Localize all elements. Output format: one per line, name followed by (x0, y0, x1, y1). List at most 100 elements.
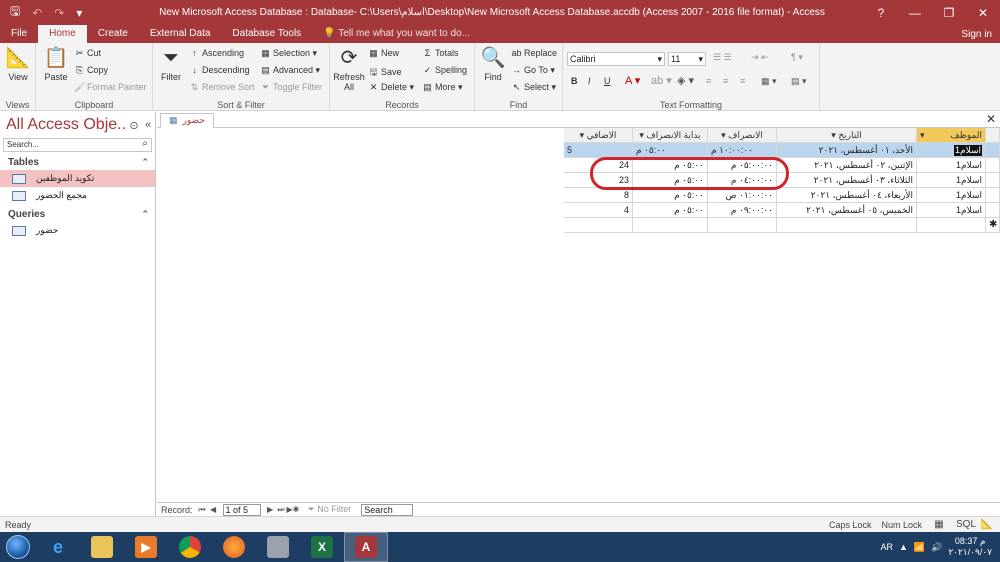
cell-out-start[interactable]: ٠٥:٠٠ م (633, 143, 708, 158)
new-record-icon[interactable]: ✱ (986, 218, 1000, 233)
save-record-button[interactable]: 🖫 Save (368, 65, 402, 81)
select-all-box[interactable] (986, 128, 1000, 143)
record-selector[interactable] (986, 158, 1000, 173)
nav-item-table[interactable]: مجمع الحضور (0, 187, 155, 204)
cell-employee[interactable]: اسلام1 (917, 188, 986, 203)
cell-employee[interactable]: اسلام1 (917, 143, 986, 158)
taskbar-explorer[interactable] (80, 532, 124, 562)
network-icon[interactable]: 📶 (914, 542, 925, 553)
cell-date[interactable]: الإثنين، ٠٢ أغسطس، ٢٠٢١ (777, 158, 917, 173)
document-tab-query[interactable]: ▦ حضور (160, 113, 214, 128)
language-indicator[interactable]: AR (880, 542, 893, 552)
taskbar-calculator[interactable] (256, 532, 300, 562)
nav-section-tables[interactable]: Tables ⌃ (0, 155, 155, 170)
taskbar-access[interactable]: A (344, 532, 388, 562)
cell-out-start[interactable]: ٠٥:٠٠ م (633, 188, 708, 203)
undo-icon[interactable]: ↶ (32, 6, 42, 20)
design-view-icon[interactable]: 📐 (980, 519, 994, 530)
new-cell[interactable] (633, 218, 708, 233)
start-button[interactable] (0, 532, 36, 562)
cell-out[interactable]: ٠٩:٠٠:٠٠ م (708, 203, 777, 218)
align-left-icon[interactable]: ≡ (706, 76, 711, 86)
table-row[interactable]: 4 ٠٥:٠٠ م ٠٩:٠٠:٠٠ م الخميس، ٠٥ أغسطس، ٢… (564, 203, 1000, 218)
cell-date[interactable]: الأحد، ٠١ أغسطس، ٢٠٢١ (777, 143, 917, 158)
find-button[interactable]: 🔍 Find (479, 46, 507, 82)
cell-date[interactable]: الثلاثاء، ٠٣ أغسطس، ٢٠٢١ (777, 173, 917, 188)
totals-button[interactable]: Σ Totals (422, 48, 459, 58)
column-header-out-start[interactable]: ▾ بداية الانصراف (633, 128, 708, 143)
shutter-bar-icon[interactable]: « (141, 119, 155, 131)
first-record-icon[interactable]: ⏮ (197, 505, 208, 515)
help-button[interactable]: ? (864, 6, 898, 20)
record-selector[interactable] (986, 173, 1000, 188)
spelling-button[interactable]: ✓ Spelling (422, 65, 467, 76)
cell-employee[interactable]: اسلام1 (917, 203, 986, 218)
advanced-button[interactable]: ▤ Advanced ▾ (260, 65, 320, 76)
font-name-box[interactable]: Calibri ▾ (567, 52, 665, 66)
descending-button[interactable]: ↓ Descending (189, 65, 249, 75)
table-row[interactable]: 5 ٠٥:٠٠ م ١٠:٠٠:٠٠ م الأحد، ٠١ أغسطس، ٢٠… (564, 143, 1000, 158)
redo-icon[interactable]: ↷ (54, 6, 64, 20)
cell-out-start[interactable]: ٠٥:٠٠ م (633, 203, 708, 218)
tab-external-data[interactable]: External Data (139, 25, 222, 43)
view-button[interactable]: 📐 View (2, 46, 34, 82)
taskbar-media-player[interactable]: ▶ (124, 532, 168, 562)
cell-employee[interactable]: اسلام1 (917, 158, 986, 173)
cell-extra[interactable]: 5 (564, 143, 633, 158)
replace-button[interactable]: ab Replace (511, 48, 557, 58)
record-selector[interactable] (986, 203, 1000, 218)
indent-icon[interactable]: ⇥ ⇤ (751, 52, 769, 63)
new-cell[interactable] (917, 218, 986, 233)
select-button[interactable]: ↖ Select ▾ (511, 82, 556, 93)
copy-button[interactable]: ⎘ Copy (74, 65, 108, 76)
align-center-icon[interactable]: ≡ (723, 76, 728, 86)
new-blank-record-icon[interactable]: ▶✱ (287, 505, 300, 514)
format-painter-button[interactable]: 🖌 Format Painter (74, 82, 147, 93)
cell-out[interactable]: ١٠:٠٠:٠٠ م (708, 143, 777, 158)
column-header-extra[interactable]: ▾ الاضافي (564, 128, 633, 143)
alternate-row-color-icon[interactable]: ▤ ▾ (791, 76, 807, 87)
table-row[interactable]: 8 ٠٥:٠٠ م ٠١:٠٠:٠٠ ص الأربعاء، ٠٤ أغسطس،… (564, 188, 1000, 203)
taskbar-firefox[interactable] (212, 532, 256, 562)
cell-date[interactable]: الخميس، ٠٥ أغسطس، ٢٠٢١ (777, 203, 917, 218)
underline-button[interactable]: U (604, 76, 611, 86)
record-selector[interactable] (986, 188, 1000, 203)
cell-out[interactable]: ٠١:٠٠:٠٠ ص (708, 188, 777, 203)
no-filter-indicator[interactable]: ⏷ No Filter (308, 504, 352, 515)
sign-in-link[interactable]: Sign in (961, 26, 1000, 43)
paste-button[interactable]: 📋 Paste (42, 46, 70, 82)
font-color-icon[interactable]: A ▾ (625, 74, 640, 87)
paragraph-direction-icon[interactable]: ¶ ▾ (791, 52, 803, 63)
selection-button[interactable]: ▦ Selection ▾ (260, 48, 317, 59)
background-color-icon[interactable]: ◈ ▾ (677, 74, 694, 87)
record-search-input[interactable]: Search (361, 503, 414, 516)
taskbar-excel[interactable]: X (300, 532, 344, 562)
goto-button[interactable]: → Go To ▾ (511, 65, 555, 76)
restore-button[interactable]: ❐ (932, 6, 966, 20)
nav-menu-icon[interactable]: ⊙ (127, 119, 141, 132)
tell-me-box[interactable]: 💡 Tell me what you want to do... (312, 25, 481, 43)
more-button[interactable]: ▤ More ▾ (422, 82, 462, 93)
new-cell[interactable] (564, 218, 633, 233)
new-record-row[interactable]: ✱ (564, 218, 1000, 233)
delete-button[interactable]: ✕ Delete ▾ (368, 82, 414, 93)
cell-extra[interactable]: 4 (564, 203, 633, 218)
record-selector[interactable] (986, 143, 1000, 158)
close-button[interactable]: ✕ (966, 6, 1000, 20)
remove-sort-button[interactable]: ⇅ Remove Sort (189, 82, 255, 93)
nav-search-input[interactable]: Search... ⌕ (3, 138, 152, 152)
tab-create[interactable]: Create (87, 25, 139, 43)
datasheet-view-icon[interactable]: ▦ (932, 519, 946, 530)
new-cell[interactable] (777, 218, 917, 233)
sql-view-icon[interactable]: SQL (956, 519, 976, 530)
nav-item-table[interactable]: تكويد الموظفين (0, 170, 155, 187)
minimize-button[interactable]: — (898, 6, 932, 20)
record-position-input[interactable]: 1 of 5 (222, 503, 261, 516)
new-cell[interactable] (708, 218, 777, 233)
toggle-filter-button[interactable]: ⏷ Toggle Filter (260, 82, 322, 93)
bullets-icon[interactable]: ☰ ☰ (713, 52, 732, 63)
taskbar-chrome[interactable] (168, 532, 212, 562)
volume-icon[interactable]: 🔊 (931, 542, 942, 553)
cut-button[interactable]: ✂ Cut (74, 48, 101, 59)
next-record-icon[interactable]: ▶ (265, 505, 276, 514)
